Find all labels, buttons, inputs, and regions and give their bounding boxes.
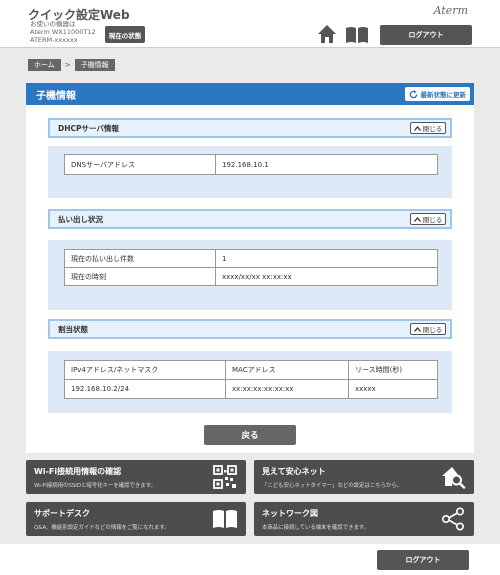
footer-logout-button[interactable]: ログアウト [377, 550, 469, 570]
tile-title: Wi-Fi接続用情報の確認 [34, 467, 122, 476]
lease-section-body: 現在の払い出し件数 1 現在の時刻 xxxx/xx/xx xx:xx:xx [48, 240, 452, 310]
assign-section-header: 割当状態 閉じる [48, 319, 452, 339]
dhcp-section-title: DHCPサーバ情報 [58, 123, 119, 133]
lease-section-header: 払い出し状況 閉じる [48, 209, 452, 229]
support-desk-tile[interactable]: サポートデスク Q&A、機能別設定ガイドなどの情報をご覧になれます。 [26, 502, 246, 536]
device-ssid: ATERM-xxxxxx [30, 36, 78, 44]
assign-collapse-label: 閉じる [422, 326, 443, 334]
refresh-button[interactable]: 最新状態に更新 [404, 87, 470, 101]
assign-table: IPv4アドレス/ネットマスク MACアドレス リース時間(秒) 192.168… [64, 360, 438, 399]
title-bar: 子機情報 最新状態に更新 [26, 83, 474, 105]
home-icon[interactable] [317, 24, 337, 44]
share-network-icon [441, 507, 465, 531]
open-book-icon [213, 510, 237, 528]
table-header-row: IPv4アドレス/ネットマスク MACアドレス リース時間(秒) [64, 360, 438, 380]
column-header-ipv4: IPv4アドレス/ネットマスク [64, 360, 226, 380]
header: クイック設定Web お使いの機器は Aterm WX11000T12 ATERM… [0, 0, 500, 48]
main-panel: 子機情報 最新状態に更新 DHCPサーバ情報 閉じる DNSサーバアドレス 19… [26, 83, 474, 453]
refresh-icon [409, 89, 417, 98]
mieru-anshin-net-tile[interactable]: 見えて安心ネット 「こども安心ネットタイマー」などの設定はこちらから。 [254, 460, 474, 494]
mac-value: xx:xx:xx:xx:xx:xx [225, 379, 349, 399]
chevron-up-icon [413, 125, 421, 131]
chevron-up-icon [413, 326, 421, 332]
breadcrumb-home[interactable]: ホーム [28, 59, 61, 71]
device-model: Aterm WX11000T12 [30, 28, 96, 36]
house-search-icon [442, 467, 466, 489]
current-time-value: xxxx/xx/xx xx:xx:xx [215, 267, 438, 286]
breadcrumb: ホーム > 子機情報 [28, 59, 115, 71]
tile-desc: 本商品に接続している端末を確認できます。 [262, 525, 370, 531]
ipv4-value: 192.168.10.2/24 [64, 379, 226, 399]
tile-desc: 「こども安心ネットタイマー」などの設定はこちらから。 [262, 483, 403, 489]
lease-table: 現在の払い出し件数 1 現在の時刻 xxxx/xx/xx xx:xx:xx [64, 249, 438, 286]
dns-label: DNSサーバアドレス [64, 154, 216, 175]
dhcp-collapse-label: 閉じる [422, 125, 443, 133]
current-status-button[interactable]: 現在の状態 [105, 26, 145, 43]
back-button[interactable]: 戻る [204, 425, 296, 445]
table-row: 現在の時刻 xxxx/xx/xx xx:xx:xx [64, 267, 438, 286]
tile-title: ネットワーク図 [262, 509, 318, 518]
lease-count-value: 1 [215, 249, 438, 268]
refresh-label: 最新状態に更新 [420, 91, 467, 99]
tile-title: サポートデスク [34, 509, 90, 518]
lease-count-label: 現在の払い出し件数 [64, 249, 216, 268]
assign-section-title: 割当状態 [58, 324, 88, 334]
dhcp-table: DNSサーバアドレス 192.168.10.1 [64, 154, 438, 175]
logout-button[interactable]: ログアウト [380, 25, 472, 45]
aterm-logo: Aterm [433, 4, 468, 17]
dhcp-collapse-button[interactable]: 閉じる [410, 122, 446, 134]
tile-title: 見えて安心ネット [262, 467, 326, 476]
lease-collapse-button[interactable]: 閉じる [410, 213, 446, 225]
assign-section-body: IPv4アドレス/ネットマスク MACアドレス リース時間(秒) 192.168… [48, 351, 452, 413]
device-label: お使いの機器は [30, 20, 76, 28]
dns-value: 192.168.10.1 [215, 154, 438, 175]
dhcp-section-body: DNSサーバアドレス 192.168.10.1 [48, 146, 452, 198]
lease-time-value: xxxxx [348, 379, 438, 399]
wifi-info-tile[interactable]: Wi-Fi接続用情報の確認 Wi-Fi接続用のSSIDと暗号化キーを確認できます… [26, 460, 246, 494]
column-header-mac: MACアドレス [225, 360, 349, 380]
chevron-up-icon [413, 216, 421, 222]
breadcrumb-current: 子機情報 [74, 59, 115, 71]
device-info: お使いの機器は Aterm WX11000T12 ATERM-xxxxxx [30, 20, 96, 44]
lease-collapse-label: 閉じる [422, 216, 443, 224]
breadcrumb-separator: > [64, 61, 71, 69]
lease-section-title: 払い出し状況 [58, 214, 103, 224]
table-row: 192.168.10.2/24 xx:xx:xx:xx:xx:xx xxxxx [64, 379, 438, 399]
assign-collapse-button[interactable]: 閉じる [410, 323, 446, 335]
table-row: 現在の払い出し件数 1 [64, 249, 438, 268]
tile-desc: Wi-Fi接続用のSSIDと暗号化キーを確認できます。 [34, 483, 156, 489]
table-row: DNSサーバアドレス 192.168.10.1 [64, 154, 438, 175]
column-header-lease-time: リース時間(秒) [348, 360, 438, 380]
footer: ログアウト [0, 544, 500, 575]
qr-code-icon [213, 465, 237, 489]
dhcp-section-header: DHCPサーバ情報 閉じる [48, 118, 452, 138]
book-icon[interactable] [345, 26, 369, 44]
network-map-tile[interactable]: ネットワーク図 本商品に接続している端末を確認できます。 [254, 502, 474, 536]
current-time-label: 現在の時刻 [64, 267, 216, 286]
tile-desc: Q&A、機能別設定ガイドなどの情報をご覧になれます。 [34, 525, 170, 531]
page-title: 子機情報 [36, 90, 76, 102]
